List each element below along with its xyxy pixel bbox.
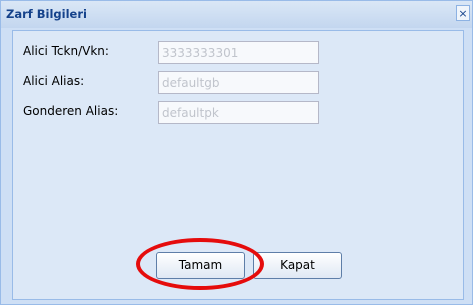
dialog-titlebar[interactable]: Zarf Bilgileri × xyxy=(1,1,472,28)
dialog-window: Zarf Bilgileri × Alici Tckn/Vkn: 3333333… xyxy=(0,0,473,305)
alici-tckn-label: Alici Tckn/Vkn: xyxy=(23,44,109,58)
gonderen-alias-label: Gonderen Alias: xyxy=(23,104,119,118)
close-icon[interactable]: × xyxy=(456,5,470,21)
alici-tckn-input[interactable]: 3333333301 xyxy=(158,41,319,64)
gonderen-alias-input[interactable]: defaultpk xyxy=(158,101,319,124)
form-panel: Alici Tckn/Vkn: 3333333301 Alici Alias: … xyxy=(13,31,463,299)
dialog-body: Alici Tckn/Vkn: 3333333301 Alici Alias: … xyxy=(12,30,464,300)
alici-alias-input[interactable]: defaultgb xyxy=(158,71,319,94)
dialog-title: Zarf Bilgileri xyxy=(6,7,87,21)
ok-button[interactable]: Tamam xyxy=(156,252,245,279)
alici-alias-label: Alici Alias: xyxy=(23,74,85,88)
close-button[interactable]: Kapat xyxy=(253,252,342,279)
